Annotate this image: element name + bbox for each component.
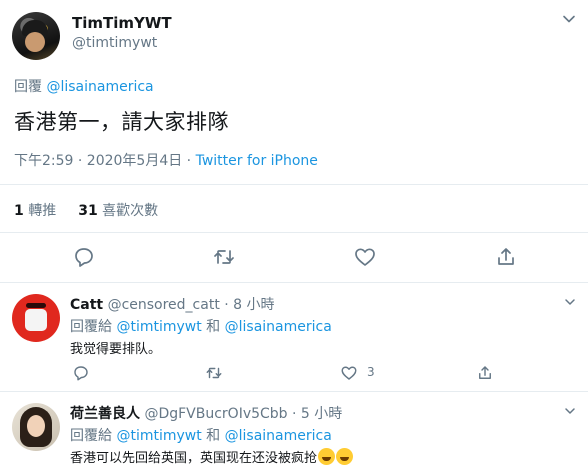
replying-to: 回覆 @lisainamerica — [14, 76, 154, 96]
avatar-detail — [25, 309, 47, 331]
replying-and: 和 — [201, 428, 225, 444]
replying-and: 和 — [201, 319, 225, 335]
user-handle[interactable]: @DgFVBucrOIv5Cbb — [144, 406, 287, 422]
retweets-stat[interactable]: 1 轉推 — [14, 203, 56, 219]
replying-to-link[interactable]: @lisainamerica — [225, 319, 332, 335]
divider — [0, 232, 588, 233]
replying-prefix: 回覆給 — [70, 319, 117, 335]
reply-text: 我觉得要排队。 — [70, 342, 162, 357]
retweets-label: 轉推 — [28, 203, 57, 219]
avatar[interactable] — [12, 294, 60, 342]
replying-to: 回覆給 @timtimywt 和 @lisainamerica — [70, 425, 332, 445]
source-link[interactable]: Twitter for iPhone — [196, 153, 318, 169]
chevron-down-icon[interactable] — [564, 296, 576, 308]
timestamp[interactable]: 下午2:59 · 2020年5月4日 · — [14, 153, 196, 169]
heart-icon[interactable] — [353, 245, 377, 269]
chevron-down-icon[interactable] — [564, 405, 576, 417]
reply-text-line: 香港可以先回给英国，英国现在还没被疯抢 — [70, 447, 354, 466]
avatar[interactable] — [12, 12, 60, 60]
replying-to-link[interactable]: @lisainamerica — [46, 79, 153, 95]
user-handle[interactable]: @censored_catt — [108, 297, 220, 313]
reply-tweet[interactable]: 荷兰善良人 @DgFVBucrOIv5Cbb · 5 小時 回覆給 @timti… — [0, 393, 588, 470]
reply-icon[interactable] — [72, 245, 96, 269]
chevron-down-icon[interactable] — [562, 12, 576, 26]
retweets-count: 1 — [14, 203, 24, 219]
replying-to: 回覆給 @timtimywt 和 @lisainamerica — [70, 316, 332, 336]
replying-to-link[interactable]: @timtimywt — [116, 319, 201, 335]
retweet-icon[interactable] — [205, 364, 223, 382]
retweet-icon[interactable] — [212, 245, 236, 269]
likes-count: 31 — [78, 203, 98, 219]
grinning-sweat-emoji — [318, 448, 336, 465]
replying-prefix: 回覆給 — [70, 428, 117, 444]
user-handle[interactable]: @timtimywt — [72, 35, 157, 51]
share-icon[interactable] — [494, 245, 518, 269]
share-icon[interactable] — [476, 364, 494, 382]
reply-icon[interactable] — [72, 364, 90, 382]
tweet-meta: 下午2:59 · 2020年5月4日 · Twitter for iPhone — [14, 150, 318, 170]
avatar-detail — [26, 303, 46, 308]
divider — [0, 184, 588, 185]
reply-header: 荷兰善良人 @DgFVBucrOIv5Cbb · 5 小時 — [70, 403, 342, 423]
reply-time[interactable]: · 5 小時 — [288, 406, 342, 422]
display-name[interactable]: Catt — [70, 297, 103, 313]
reply-text: 香港可以先回给英国，英国现在还没被疯抢 — [70, 451, 318, 466]
replying-to-link[interactable]: @lisainamerica — [225, 428, 332, 444]
reply-tweet[interactable]: Catt @censored_catt · 8 小時 回覆給 @timtimyw… — [0, 284, 588, 392]
display-name[interactable]: 荷兰善良人 — [70, 406, 140, 422]
replying-to-link[interactable]: @timtimywt — [116, 428, 201, 444]
avatar-face — [25, 32, 45, 52]
reply-time[interactable]: · 8 小時 — [220, 297, 274, 313]
display-name[interactable]: TimTimYWT — [72, 14, 172, 32]
tweet-stats: 1 轉推 31 喜歡次數 — [14, 200, 158, 220]
tweet-text: 香港第一，請大家排隊 — [14, 110, 229, 134]
likes-label: 喜歡次數 — [102, 203, 159, 219]
main-tweet: TimTimYWT @timtimywt 回覆 @lisainamerica 香… — [0, 0, 588, 283]
likes-stat[interactable]: 31 喜歡次數 — [78, 203, 158, 219]
grinning-sweat-emoji — [336, 448, 354, 465]
reply-header: Catt @censored_catt · 8 小時 — [70, 294, 275, 314]
heart-icon[interactable] — [340, 364, 358, 382]
replying-prefix: 回覆 — [14, 79, 42, 95]
avatar[interactable] — [12, 403, 60, 451]
like-count: 3 — [367, 365, 375, 379]
avatar-detail — [27, 415, 45, 437]
